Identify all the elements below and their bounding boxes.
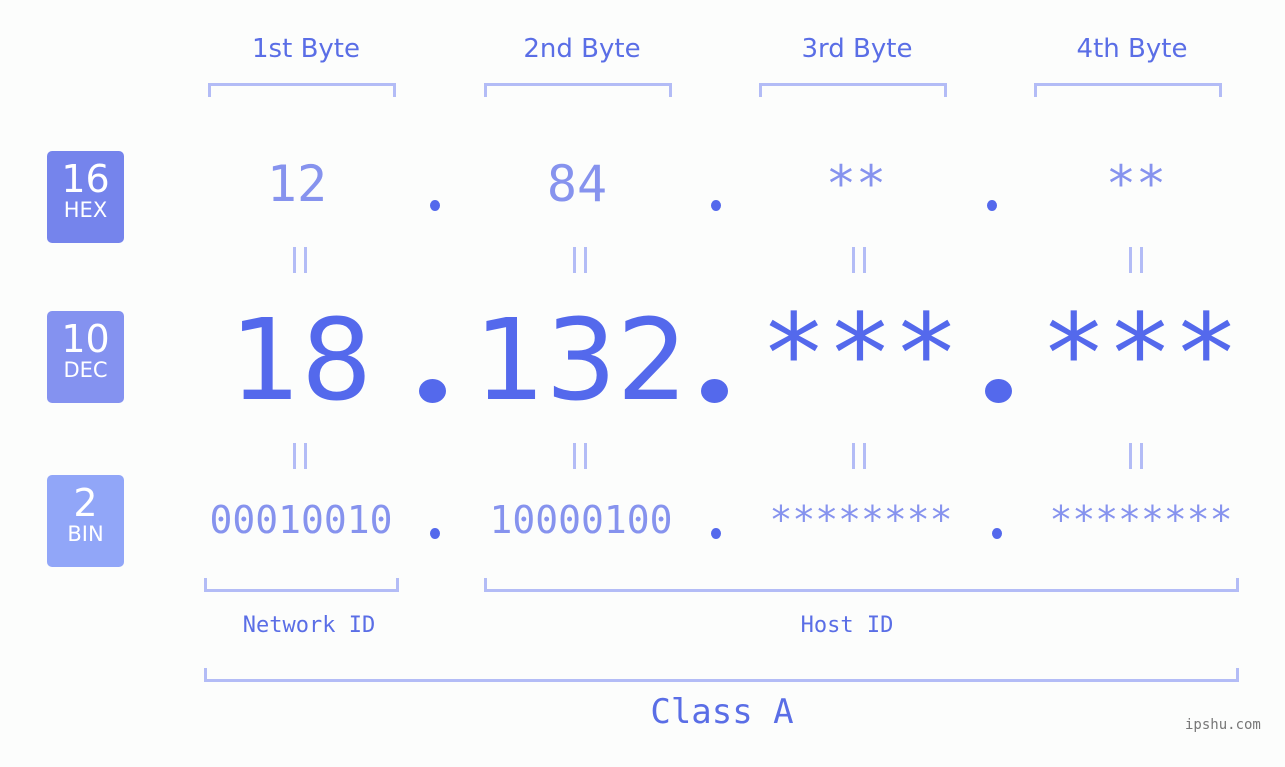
dec-value-3: *** — [760, 290, 960, 418]
hex-separator-dot-1 — [430, 200, 440, 211]
dec-separator-dot-3 — [985, 379, 1012, 403]
byte-header-3: 3rd Byte — [801, 34, 913, 64]
bin-separator-dot-2 — [711, 528, 721, 539]
hex-value-4: ** — [1105, 155, 1167, 213]
hex-value-2: 84 — [546, 155, 608, 213]
bin-separator-dot-1 — [430, 528, 440, 539]
bin-value-3: ******** — [769, 498, 953, 542]
equals-icon — [1129, 247, 1143, 273]
equals-icon — [293, 247, 307, 273]
byte-bracket-1 — [208, 83, 396, 97]
byte-header-1: 1st Byte — [252, 34, 360, 64]
dec-badge-label: DEC — [63, 358, 108, 382]
class-label: Class A — [650, 692, 794, 732]
hex-value-1: 12 — [266, 155, 328, 213]
byte-header-4: 4th Byte — [1076, 34, 1188, 64]
byte-bracket-3 — [759, 83, 947, 97]
host-id-label: Host ID — [800, 613, 894, 638]
equals-icon — [852, 443, 866, 469]
dec-value-1: 18 — [229, 296, 373, 426]
hex-value-3: ** — [825, 155, 887, 213]
equals-icon — [1129, 443, 1143, 469]
bin-value-4: ******** — [1049, 498, 1233, 542]
bin-value-1: 00010010 — [209, 498, 393, 542]
hex-badge-label: HEX — [63, 198, 108, 222]
hex-badge: 16 HEX — [47, 151, 124, 243]
byte-bracket-4 — [1034, 83, 1222, 97]
equals-icon — [573, 247, 587, 273]
bin-badge-number: 2 — [73, 481, 98, 525]
equals-icon — [852, 247, 866, 273]
network-id-label: Network ID — [242, 613, 376, 638]
byte-bracket-2 — [484, 83, 672, 97]
dec-value-2: 132 — [474, 296, 688, 426]
bin-value-2: 10000100 — [489, 498, 673, 542]
dec-separator-dot-1 — [419, 379, 446, 403]
dec-separator-dot-2 — [701, 379, 728, 403]
bin-separator-dot-3 — [992, 528, 1002, 539]
equals-icon — [573, 443, 587, 469]
bin-badge: 2 BIN — [47, 475, 124, 567]
hex-separator-dot-2 — [711, 200, 721, 211]
dec-value-4: *** — [1040, 290, 1240, 418]
byte-header-2: 2nd Byte — [523, 34, 641, 64]
site-credit: ipshu.com — [1185, 717, 1261, 733]
hex-separator-dot-3 — [987, 200, 997, 211]
class-bracket — [204, 668, 1239, 682]
host-id-bracket — [484, 578, 1239, 592]
hex-badge-number: 16 — [61, 157, 110, 201]
network-id-bracket — [204, 578, 399, 592]
bin-badge-label: BIN — [67, 522, 104, 546]
dec-badge-number: 10 — [61, 317, 110, 361]
equals-icon — [293, 443, 307, 469]
dec-badge: 10 DEC — [47, 311, 124, 403]
